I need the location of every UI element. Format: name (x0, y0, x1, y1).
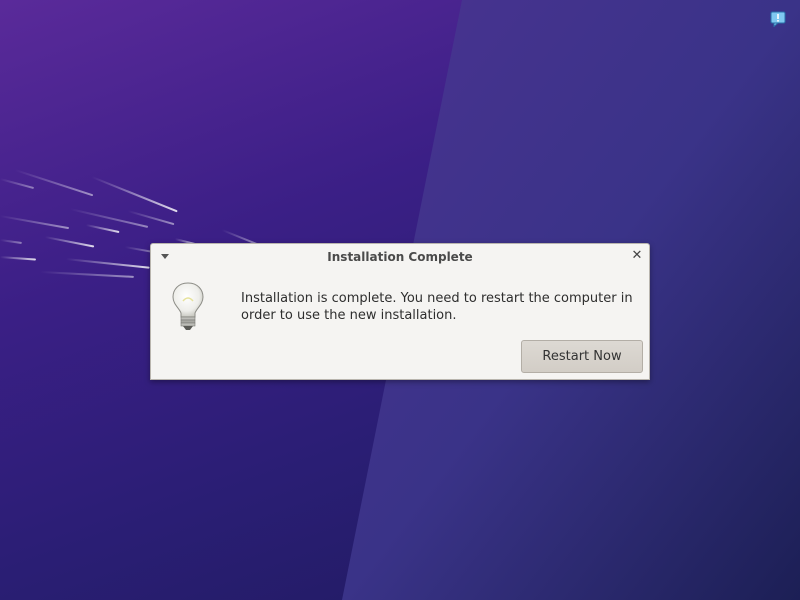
speech-bubble-alert-icon[interactable] (770, 11, 786, 27)
dialog-message: Installation is complete. You need to re… (241, 291, 633, 323)
installation-complete-dialog: Installation Complete ✕ Installation is … (150, 243, 650, 380)
lightbulb-icon (172, 282, 204, 330)
dialog-title: Installation Complete (327, 250, 473, 264)
close-icon[interactable]: ✕ (630, 249, 644, 263)
restart-now-button[interactable]: Restart Now (521, 340, 643, 373)
dialog-titlebar[interactable]: Installation Complete ✕ (151, 244, 649, 270)
